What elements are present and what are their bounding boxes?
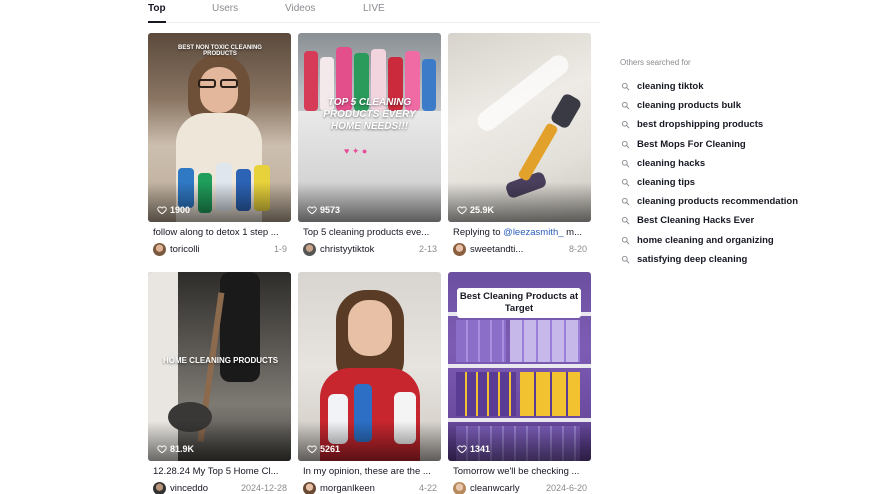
video-caption[interactable]: Replying to @leezasmith_ m... bbox=[453, 227, 590, 238]
like-count: 9573 bbox=[307, 205, 340, 215]
search-icon bbox=[621, 159, 630, 168]
post-date: 2024-6-20 bbox=[545, 483, 587, 493]
post-date: 2-13 bbox=[418, 244, 437, 254]
post-date: 2024-12-28 bbox=[240, 483, 287, 493]
suggested-search[interactable]: cleaning products bulk bbox=[620, 96, 860, 115]
like-count: 1341 bbox=[457, 444, 490, 454]
like-count: 25.9K bbox=[457, 205, 494, 215]
suggested-search-label: cleaning hacks bbox=[637, 157, 706, 169]
heart-icon bbox=[157, 445, 167, 454]
video-meta: christyytiktok 2-13 bbox=[303, 243, 437, 257]
video-caption[interactable]: Top 5 cleaning products eve... bbox=[303, 227, 440, 238]
heart-icon bbox=[457, 445, 467, 454]
suggested-search[interactable]: home cleaning and organizing bbox=[620, 231, 860, 250]
others-searched-title: Others searched for bbox=[620, 58, 691, 67]
video-thumbnail[interactable]: BEST NON TOXIC CLEANING PRODUCTS 1900 bbox=[148, 33, 291, 222]
suggested-search-label: cleaning tiktok bbox=[637, 81, 704, 93]
video-caption[interactable]: follow along to detox 1 step ... bbox=[153, 227, 290, 238]
heart-icon bbox=[157, 206, 167, 215]
post-date: 4-22 bbox=[418, 483, 437, 493]
video-meta: morganlkeen 4-22 bbox=[303, 482, 437, 494]
username[interactable]: sweetandti... bbox=[470, 244, 523, 255]
search-tabs: Top Users Videos LIVE bbox=[148, 0, 600, 23]
post-date: 1-9 bbox=[273, 244, 287, 254]
video-overlay-text: · bbox=[496, 125, 498, 130]
tab-users[interactable]: Users bbox=[212, 3, 238, 14]
username[interactable]: toricolli bbox=[170, 244, 200, 255]
video-caption[interactable]: 12.28.24 My Top 5 Home Cl... bbox=[153, 466, 290, 477]
video-caption[interactable]: Tomorrow we'll be checking ... bbox=[453, 466, 590, 477]
suggested-search[interactable]: cleaning tiktok bbox=[620, 77, 860, 96]
active-tab-indicator bbox=[148, 21, 166, 23]
avatar[interactable] bbox=[153, 243, 166, 256]
suggested-search[interactable]: Best Mops For Cleaning bbox=[620, 135, 860, 154]
video-thumbnail[interactable]: Best Cleaning Products at Target 1341 bbox=[448, 272, 591, 461]
avatar[interactable] bbox=[303, 482, 316, 494]
search-icon bbox=[621, 121, 630, 129]
video-overlay-text: TOP 5 CLEANING PRODUCTS EVERY HOME NEEDS… bbox=[323, 97, 416, 132]
search-icon bbox=[621, 255, 630, 264]
suggested-search-label: Best Mops For Cleaning bbox=[637, 138, 746, 150]
like-count: 81.9K bbox=[157, 444, 194, 454]
avatar[interactable] bbox=[453, 482, 466, 494]
sparkle-icon: ♥ ✦ ● bbox=[344, 146, 368, 156]
username[interactable]: christyytiktok bbox=[320, 244, 374, 255]
search-icon bbox=[621, 140, 630, 148]
video-meta: vinceddo 2024-12-28 bbox=[153, 482, 287, 494]
suggested-search[interactable]: Best Cleaning Hacks Ever bbox=[620, 211, 860, 230]
others-searched-panel: Others searched for cleaning tiktok clea… bbox=[620, 58, 860, 269]
suggested-search-label: cleaning tips bbox=[637, 177, 696, 189]
avatar[interactable] bbox=[153, 482, 166, 494]
suggested-search[interactable]: cleaning tips bbox=[620, 173, 860, 192]
video-thumbnail[interactable]: 5261 bbox=[298, 272, 441, 461]
username[interactable]: vinceddo bbox=[170, 483, 208, 494]
video-overlay-text: HOME CLEANING PRODUCTS bbox=[162, 356, 279, 365]
video-overlay-text: BEST NON TOXIC CLEANING PRODUCTS bbox=[178, 45, 262, 57]
heart-icon bbox=[307, 206, 317, 215]
search-icon bbox=[621, 102, 630, 110]
tab-videos[interactable]: Videos bbox=[285, 3, 315, 14]
video-caption[interactable]: In my opinion, these are the ... bbox=[303, 466, 440, 477]
username[interactable]: cleanwcarly bbox=[470, 483, 520, 494]
video-thumbnail[interactable]: · 25.9K bbox=[448, 33, 591, 222]
search-icon bbox=[621, 236, 630, 244]
heart-icon bbox=[307, 445, 317, 454]
avatar[interactable] bbox=[303, 243, 316, 256]
suggested-search-label: cleaning products bulk bbox=[637, 100, 741, 112]
suggested-search-label: satisfying deep cleaning bbox=[637, 253, 748, 265]
search-icon bbox=[621, 178, 630, 187]
post-date: 8-20 bbox=[568, 244, 587, 254]
tab-live[interactable]: LIVE bbox=[363, 3, 385, 14]
video-meta: cleanwcarly 2024-6-20 bbox=[453, 482, 587, 494]
video-meta: toricolli 1-9 bbox=[153, 243, 287, 257]
suggested-search[interactable]: best dropshipping products bbox=[620, 115, 860, 134]
suggested-search-label: home cleaning and organizing bbox=[637, 234, 774, 246]
search-icon bbox=[621, 82, 630, 91]
mention-link[interactable]: @leezasmith_ bbox=[503, 227, 563, 238]
search-icon bbox=[621, 198, 630, 206]
suggested-search[interactable]: satisfying deep cleaning bbox=[620, 250, 860, 269]
suggested-search-label: best dropshipping products bbox=[637, 119, 764, 131]
like-count: 5261 bbox=[307, 444, 340, 454]
video-thumbnail[interactable]: HOME CLEANING PRODUCTS 81.9K bbox=[148, 272, 291, 461]
video-meta: sweetandti... 8-20 bbox=[453, 243, 587, 257]
username[interactable]: morganlkeen bbox=[320, 483, 375, 494]
suggested-search[interactable]: cleaning hacks bbox=[620, 154, 860, 173]
suggested-search-label: cleaning products recommendation bbox=[637, 196, 798, 208]
like-count: 1900 bbox=[157, 205, 190, 215]
tab-top[interactable]: Top bbox=[148, 3, 166, 14]
suggested-search-label: Best Cleaning Hacks Ever bbox=[637, 215, 755, 227]
heart-icon bbox=[457, 206, 467, 215]
video-thumbnail[interactable]: TOP 5 CLEANING PRODUCTS EVERY HOME NEEDS… bbox=[298, 33, 441, 222]
suggested-search[interactable]: cleaning products recommendation bbox=[620, 192, 860, 211]
video-overlay-text: Best Cleaning Products at Target bbox=[457, 288, 581, 318]
avatar[interactable] bbox=[453, 243, 466, 256]
search-icon bbox=[621, 217, 630, 225]
